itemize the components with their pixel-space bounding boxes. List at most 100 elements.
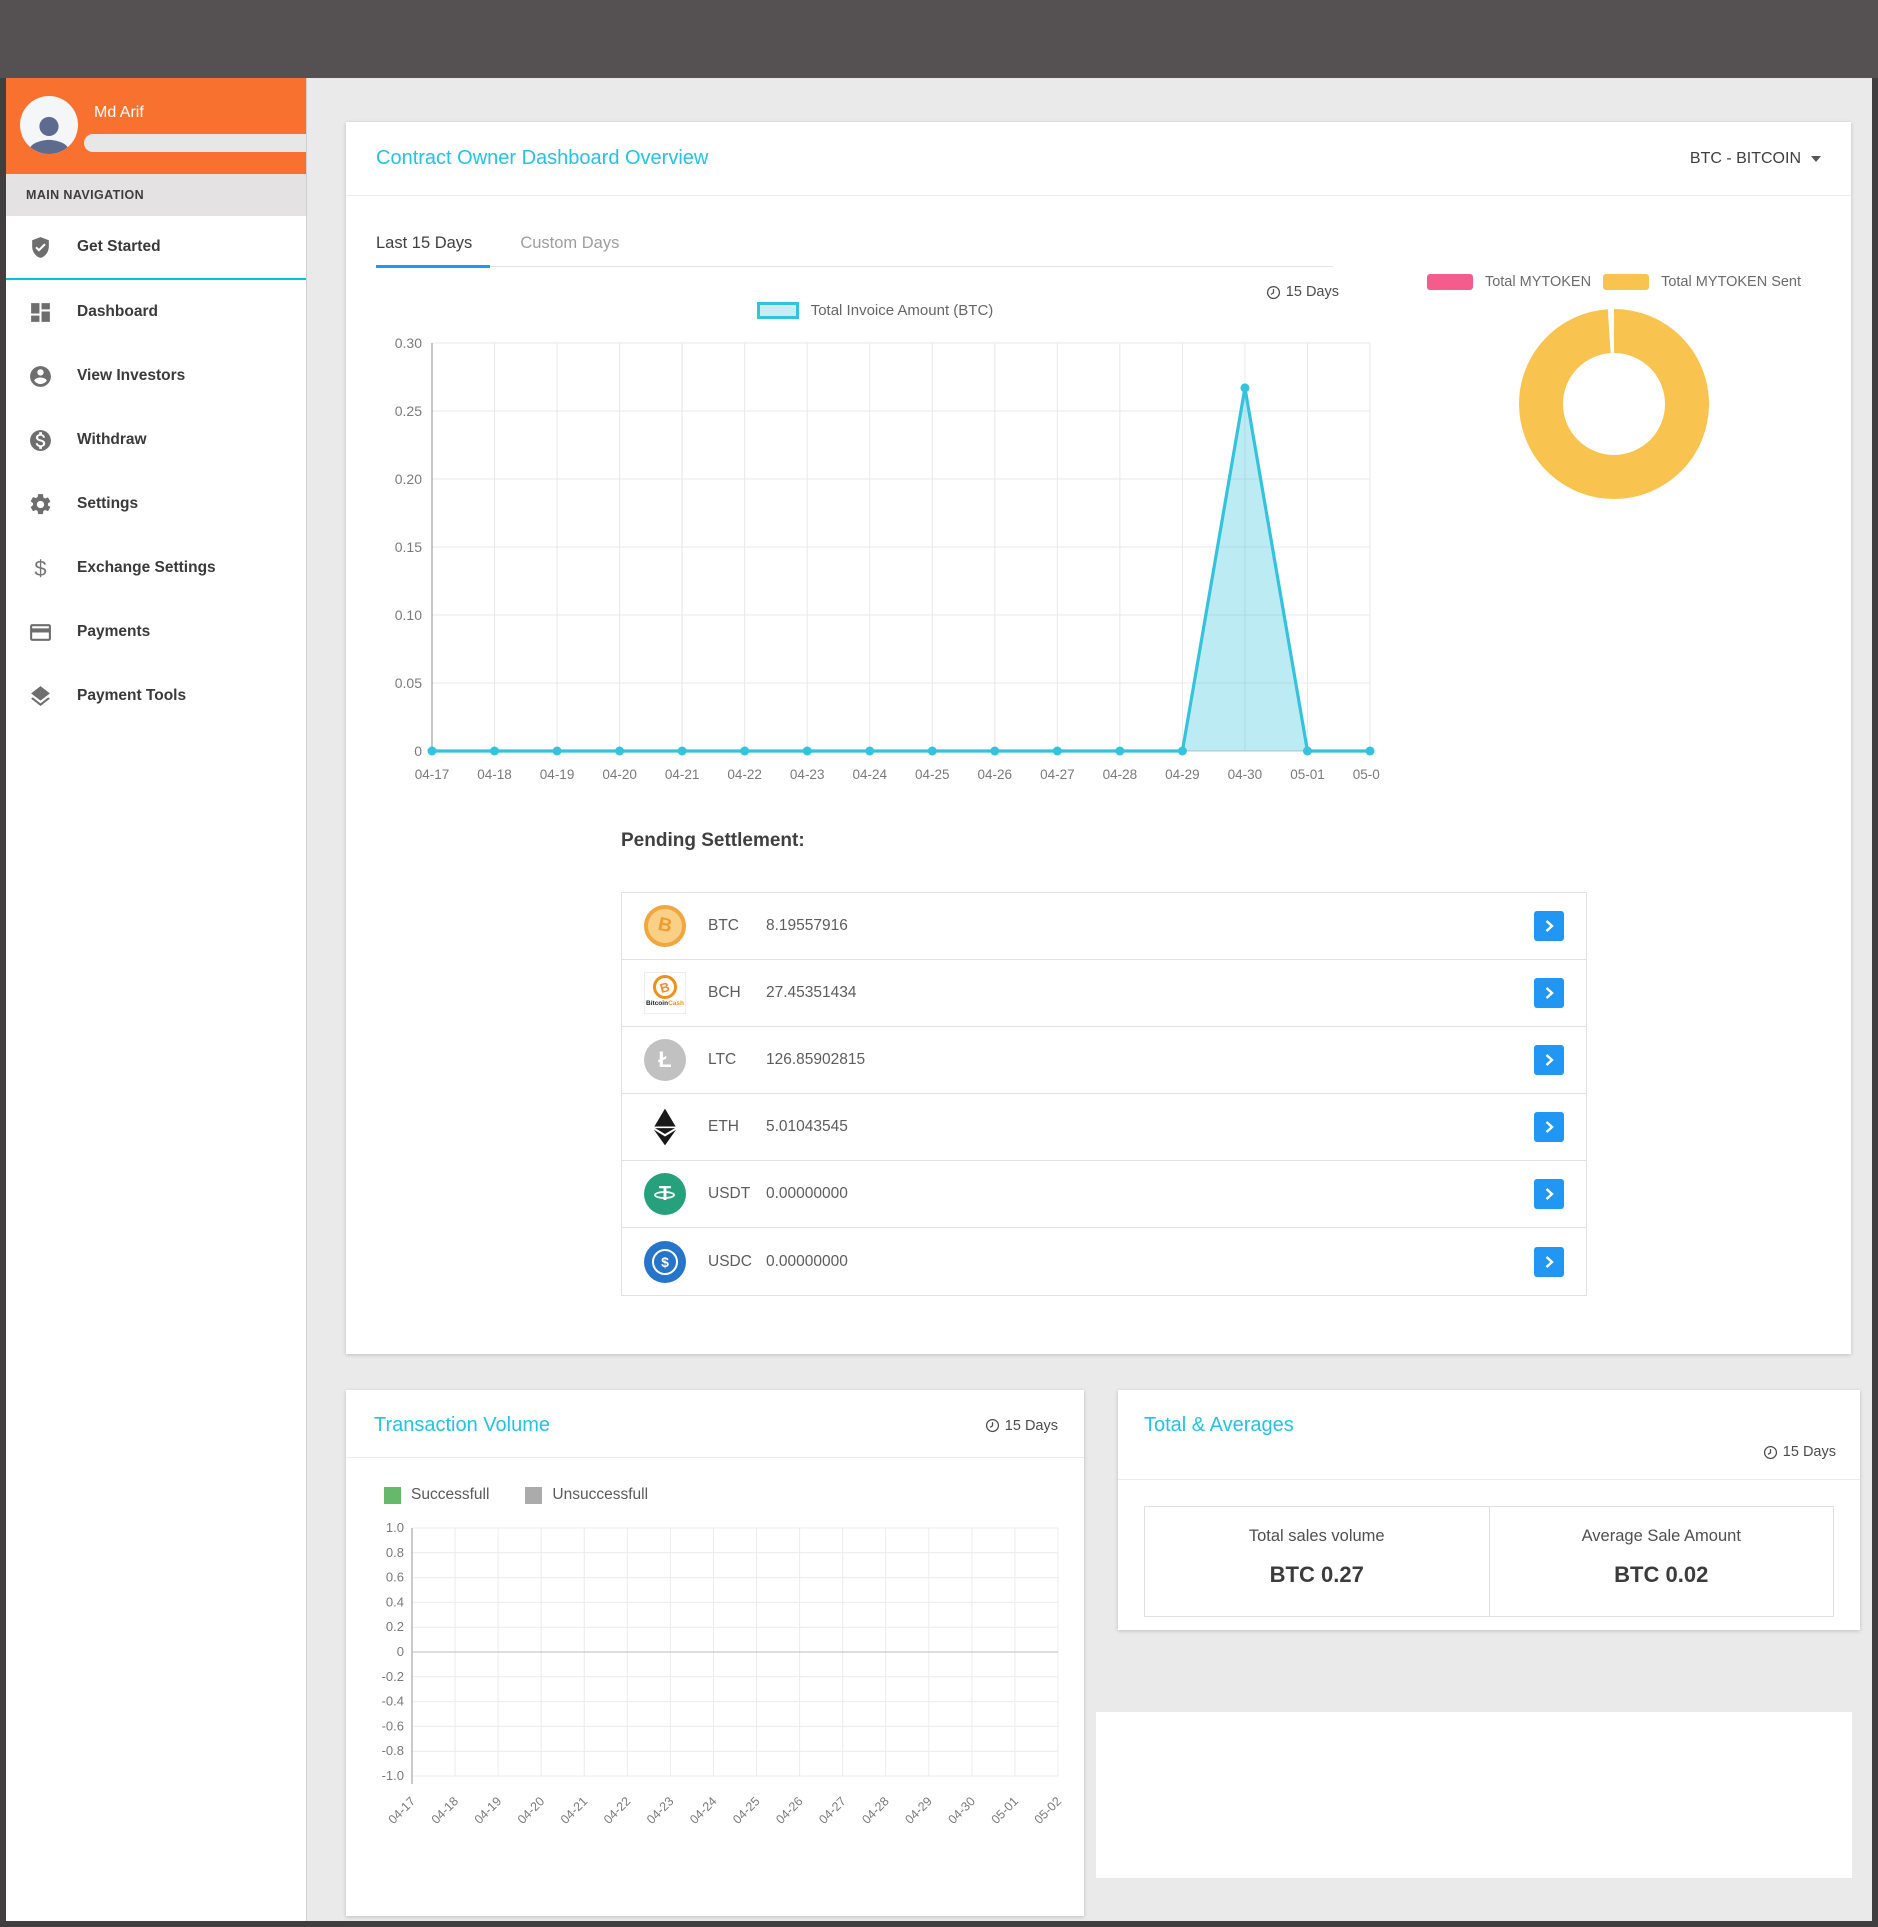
- svg-text:04-23: 04-23: [644, 1794, 677, 1827]
- pending-row-eth: ETH5.01043545: [622, 1094, 1586, 1161]
- svg-text:05-02: 05-02: [1353, 767, 1380, 782]
- settle-usdc-button[interactable]: [1534, 1247, 1564, 1277]
- svg-text:04-22: 04-22: [601, 1794, 634, 1827]
- chevron-right-icon: [1542, 919, 1556, 933]
- pending-row-usdc: $USDC0.00000000: [622, 1228, 1586, 1295]
- svg-text:0: 0: [414, 743, 422, 759]
- svg-text:05-01: 05-01: [1290, 767, 1325, 782]
- sidebar-item-label: Withdraw: [77, 431, 147, 449]
- usd-coin-icon: $: [644, 1241, 686, 1283]
- coin-amount: 126.85902815: [766, 1051, 865, 1069]
- legend-swatch-total-mytoken-sent: [1603, 274, 1649, 290]
- svg-text:0.25: 0.25: [395, 403, 422, 419]
- svg-text:0.15: 0.15: [395, 539, 422, 555]
- chevron-right-icon: [1542, 1053, 1556, 1067]
- tab-custom-days[interactable]: Custom Days: [520, 224, 637, 268]
- layers-icon: [28, 684, 53, 709]
- sidebar-item-label: Get Started: [77, 238, 161, 256]
- pending-settlement-heading: Pending Settlement:: [621, 830, 1587, 852]
- page: Md Arif MAIN NAVIGATION Get StartedDashb…: [0, 0, 1878, 1927]
- total-sales-volume-header: Total sales volume: [1153, 1527, 1481, 1546]
- svg-text:04-19: 04-19: [472, 1794, 505, 1827]
- transaction-volume-title: Transaction Volume: [374, 1414, 550, 1437]
- legend-swatch-successfull: [384, 1487, 401, 1504]
- pending-settlement-list: BBTC8.19557916BBitcoinCashBCH27.45351434…: [621, 892, 1587, 1296]
- chevron-right-icon: [1542, 986, 1556, 1000]
- svg-text:04-17: 04-17: [386, 1794, 419, 1827]
- ethereum-icon: [644, 1106, 686, 1148]
- legend-swatch-unsuccessfull: [525, 1487, 542, 1504]
- average-sale-amount-header: Average Sale Amount: [1498, 1527, 1826, 1546]
- invoice-chart-legend: Total Invoice Amount (BTC): [370, 302, 1380, 319]
- legend-label-total-mytoken-sent: Total MYTOKEN Sent: [1661, 274, 1801, 290]
- settle-ltc-button[interactable]: [1534, 1045, 1564, 1075]
- pending-row-ltc: ŁLTC126.85902815: [622, 1027, 1586, 1094]
- total-sales-volume-cell: Total sales volume BTC 0.27: [1145, 1507, 1490, 1616]
- svg-text:0.8: 0.8: [386, 1545, 404, 1560]
- dollar-circle-icon: [28, 428, 53, 453]
- sidebar-item-get-started[interactable]: Get Started: [6, 216, 306, 280]
- svg-text:04-28: 04-28: [1103, 767, 1138, 782]
- sidebar-item-payment-tools[interactable]: Payment Tools: [6, 664, 306, 728]
- svg-text:0.05: 0.05: [395, 675, 422, 691]
- legend-label-successfull: Successfull: [411, 1486, 489, 1504]
- coin-symbol: USDC: [708, 1253, 756, 1271]
- coin-symbol: ETH: [708, 1118, 756, 1136]
- period-badge-label: 15 Days: [1005, 1418, 1058, 1434]
- svg-text:04-26: 04-26: [773, 1794, 806, 1827]
- sidebar-item-settings[interactable]: Settings: [6, 472, 306, 536]
- chevron-right-icon: [1542, 1255, 1556, 1269]
- overview-card-header: Contract Owner Dashboard Overview BTC - …: [346, 122, 1851, 196]
- svg-text:0.2: 0.2: [386, 1619, 404, 1634]
- pending-settlement-section: Pending Settlement: BBTC8.19557916BBitco…: [621, 830, 1587, 1296]
- period-badge: 15 Days: [985, 1418, 1058, 1434]
- svg-text:04-19: 04-19: [540, 767, 575, 782]
- settle-usdt-button[interactable]: [1534, 1179, 1564, 1209]
- svg-text:-1.0: -1.0: [382, 1768, 404, 1783]
- nav-section-label: MAIN NAVIGATION: [6, 174, 306, 216]
- clock-icon: [985, 1418, 1000, 1433]
- svg-text:04-30: 04-30: [945, 1794, 978, 1827]
- coin-symbol: USDT: [708, 1185, 756, 1203]
- sidebar-item-label: Dashboard: [77, 303, 158, 321]
- svg-text:04-30: 04-30: [1228, 767, 1263, 782]
- chevron-right-icon: [1542, 1187, 1556, 1201]
- caret-down-icon: [1811, 156, 1821, 162]
- legend-label-total-mytoken: Total MYTOKEN: [1485, 274, 1591, 290]
- invoice-chart-block: Total Invoice Amount (BTC) 0.300.250.200…: [370, 302, 1380, 826]
- tab-last-15-days[interactable]: Last 15 Days: [376, 224, 490, 268]
- svg-text:0.6: 0.6: [386, 1570, 404, 1585]
- svg-text:04-21: 04-21: [558, 1794, 591, 1827]
- svg-text:04-25: 04-25: [915, 767, 950, 782]
- svg-text:04-20: 04-20: [602, 767, 637, 782]
- svg-text:04-25: 04-25: [730, 1794, 763, 1827]
- legend-label-unsuccessfull: Unsuccessfull: [552, 1486, 648, 1504]
- svg-text:04-29: 04-29: [902, 1794, 935, 1827]
- svg-text:0.4: 0.4: [386, 1594, 404, 1609]
- svg-text:0: 0: [397, 1644, 404, 1659]
- sidebar-item-exchange-settings[interactable]: $Exchange Settings: [6, 536, 306, 600]
- currency-selector[interactable]: BTC - BITCOIN: [1690, 150, 1821, 168]
- sidebar-item-withdraw[interactable]: Withdraw: [6, 408, 306, 472]
- pending-row-btc: BBTC8.19557916: [622, 893, 1586, 960]
- svg-text:1.0: 1.0: [386, 1520, 404, 1535]
- totals-table: Total sales volume BTC 0.27 Average Sale…: [1144, 1506, 1834, 1617]
- tether-icon: T: [644, 1173, 686, 1215]
- totals-card-title: Total & Averages: [1144, 1414, 1294, 1437]
- svg-text:04-18: 04-18: [429, 1794, 462, 1827]
- donut-legend: Total MYTOKEN Total MYTOKEN Sent: [1394, 274, 1834, 290]
- coin-amount: 8.19557916: [766, 917, 848, 935]
- svg-text:05-02: 05-02: [1032, 1794, 1065, 1827]
- settle-eth-button[interactable]: [1534, 1112, 1564, 1142]
- person-circle-icon: [28, 364, 53, 389]
- sidebar-item-payments[interactable]: Payments: [6, 600, 306, 664]
- user-status-bar: [84, 134, 306, 152]
- sidebar-item-label: Exchange Settings: [77, 559, 216, 577]
- settle-bch-button[interactable]: [1534, 978, 1564, 1008]
- mytoken-donut-chart: [1516, 306, 1712, 502]
- settle-btc-button[interactable]: [1534, 911, 1564, 941]
- sidebar-item-dashboard[interactable]: Dashboard: [6, 280, 306, 344]
- total-sales-volume-value: BTC 0.27: [1153, 1562, 1481, 1588]
- svg-text:04-28: 04-28: [859, 1794, 892, 1827]
- sidebar-item-view-investors[interactable]: View Investors: [6, 344, 306, 408]
